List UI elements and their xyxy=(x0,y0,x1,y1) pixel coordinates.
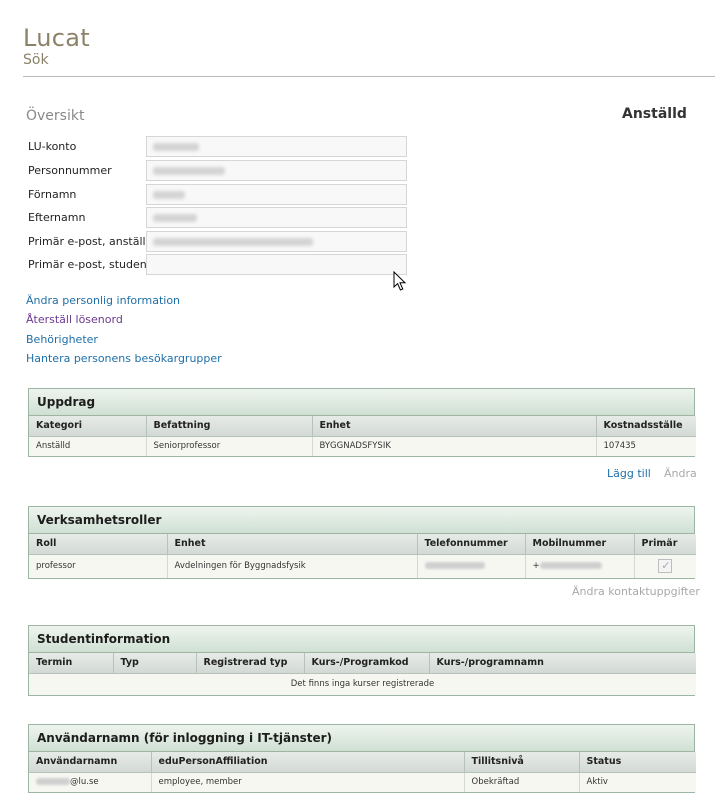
table-header-row: Användarnamn eduPersonAffiliation Tillit… xyxy=(29,752,696,773)
table-cell: Avdelningen för Byggnadsfysik xyxy=(167,554,418,578)
table-header-row: Kategori Befattning Enhet Kostnadsställe xyxy=(29,416,696,437)
table-cell: Aktiv xyxy=(579,772,696,792)
redacted-value xyxy=(153,167,225,175)
field-label: Efternamn xyxy=(28,211,86,224)
field-fornamn: Förnamn xyxy=(28,184,418,206)
field-personnummer: Personnummer xyxy=(28,160,418,182)
reset-password-link[interactable]: Återställ lösenord xyxy=(26,313,123,326)
table-header-row: Termin Typ Registrerad typ Kurs-/Program… xyxy=(29,653,696,674)
field-label: Personnummer xyxy=(28,164,112,177)
app-title: Lucat xyxy=(23,24,90,52)
field-email-employee: Primär e-post, anställd xyxy=(28,231,418,253)
column-header[interactable]: Status xyxy=(579,752,696,773)
field-email-student: Primär e-post, student xyxy=(28,254,418,276)
uppdrag-panel: Uppdrag Kategori Befattning Enhet Kostna… xyxy=(28,388,696,457)
table-cell: Seniorprofessor xyxy=(146,436,313,456)
anvandarnamn-panel: Användarnamn (för inloggning i IT-tjänst… xyxy=(28,724,696,793)
email-employee-input[interactable] xyxy=(146,231,407,252)
permissions-link[interactable]: Behörigheter xyxy=(26,333,98,346)
verksamhetsroller-panel-title: Verksamhetsroller xyxy=(29,507,694,534)
column-header[interactable]: Befattning xyxy=(146,416,313,437)
table-row[interactable]: professor Avdelningen för Byggnadsfysik … xyxy=(29,554,696,578)
add-assignment-link[interactable]: Lägg till xyxy=(607,467,651,480)
table-cell: professor xyxy=(29,554,168,578)
column-header[interactable]: Typ xyxy=(113,653,197,674)
table-cell: Obekräftad xyxy=(464,772,580,792)
mobile-prefix: + xyxy=(532,561,540,572)
column-header[interactable]: Roll xyxy=(29,534,168,555)
column-header[interactable]: Primär xyxy=(634,534,696,555)
field-lu-konto: LU-konto xyxy=(28,136,418,158)
redacted-phone xyxy=(424,562,485,570)
anvandarnamn-panel-title: Användarnamn (för inloggning i IT-tjänst… xyxy=(29,725,694,752)
column-header[interactable]: Registrerad typ xyxy=(196,653,305,674)
overview-title: Översikt xyxy=(26,108,85,124)
redacted-value xyxy=(153,214,197,222)
role-label: Anställd xyxy=(622,106,687,122)
visitor-groups-link[interactable]: Hantera personens besökargrupper xyxy=(26,352,222,365)
table-cell: 107435 xyxy=(596,436,696,456)
table-cell: employee, member xyxy=(151,772,465,792)
column-header[interactable]: Mobilnummer xyxy=(525,534,635,555)
verksamhetsroller-panel: Verksamhetsroller Roll Enhet Telefonnumm… xyxy=(28,506,696,579)
edit-assignment-link[interactable]: Ändra xyxy=(664,467,697,480)
column-header[interactable]: Telefonnummer xyxy=(417,534,526,555)
username-domain: @lu.se xyxy=(70,777,99,788)
column-header[interactable]: Kostnadsställe xyxy=(596,416,696,437)
table-cell: Anställd xyxy=(29,436,147,456)
uppdrag-table: Kategori Befattning Enhet Kostnadsställe… xyxy=(29,416,696,456)
mouse-cursor-icon xyxy=(393,271,407,291)
header-divider xyxy=(23,76,715,77)
column-header[interactable]: Kurs-/Programkod xyxy=(304,653,430,674)
column-header[interactable]: Enhet xyxy=(167,534,418,555)
column-header[interactable]: Kurs-/programnamn xyxy=(429,653,696,674)
column-header[interactable]: Kategori xyxy=(29,416,147,437)
field-label: Förnamn xyxy=(28,188,77,201)
table-cell: + xyxy=(525,554,635,578)
table-cell: @lu.se xyxy=(29,772,152,792)
field-label: Primär e-post, anställd xyxy=(28,235,153,248)
column-header[interactable]: Termin xyxy=(29,653,114,674)
table-row[interactable]: Anställd Seniorprofessor BYGGNADSFYSIK 1… xyxy=(29,436,696,456)
table-cell xyxy=(417,554,526,578)
anvandarnamn-table: Användarnamn eduPersonAffiliation Tillit… xyxy=(29,752,696,792)
edit-personal-info-link[interactable]: Ändra personlig information xyxy=(26,294,180,307)
redacted-username xyxy=(36,778,70,786)
table-header-row: Roll Enhet Telefonnummer Mobilnummer Pri… xyxy=(29,534,696,555)
table-cell: BYGGNADSFYSIK xyxy=(312,436,597,456)
field-label: LU-konto xyxy=(28,140,77,153)
email-student-input[interactable] xyxy=(146,254,407,275)
redacted-value xyxy=(153,191,185,199)
redacted-value xyxy=(153,143,199,151)
uppdrag-panel-title: Uppdrag xyxy=(29,389,694,416)
efternamn-input[interactable] xyxy=(146,207,407,228)
redacted-value xyxy=(153,238,313,246)
studentinformation-panel: Studentinformation Termin Typ Registrera… xyxy=(28,625,696,696)
empty-row: Det finns inga kurser registrerade xyxy=(29,673,696,695)
fornamn-input[interactable] xyxy=(146,184,407,205)
table-row[interactable]: @lu.se employee, member Obekräftad Aktiv xyxy=(29,772,696,792)
studentinformation-panel-title: Studentinformation xyxy=(29,626,694,653)
redacted-mobile xyxy=(539,562,602,570)
column-header[interactable]: Användarnamn xyxy=(29,752,152,773)
field-label: Primär e-post, student xyxy=(28,258,152,271)
primary-checkbox[interactable] xyxy=(658,559,673,574)
personnummer-input[interactable] xyxy=(146,160,407,181)
column-header[interactable]: Tillitsnivå xyxy=(464,752,580,773)
edit-contact-link[interactable]: Ändra kontaktuppgifter xyxy=(572,585,700,598)
table-cell xyxy=(634,554,696,578)
column-header[interactable]: Enhet xyxy=(312,416,597,437)
field-efternamn: Efternamn xyxy=(28,207,418,229)
app-subtitle: Sök xyxy=(23,52,49,68)
column-header[interactable]: eduPersonAffiliation xyxy=(151,752,465,773)
lu-konto-input[interactable] xyxy=(146,136,407,157)
studentinformation-table: Termin Typ Registrerad typ Kurs-/Program… xyxy=(29,653,696,695)
verksamhetsroller-table: Roll Enhet Telefonnummer Mobilnummer Pri… xyxy=(29,534,696,578)
empty-message: Det finns inga kurser registrerade xyxy=(29,673,696,695)
